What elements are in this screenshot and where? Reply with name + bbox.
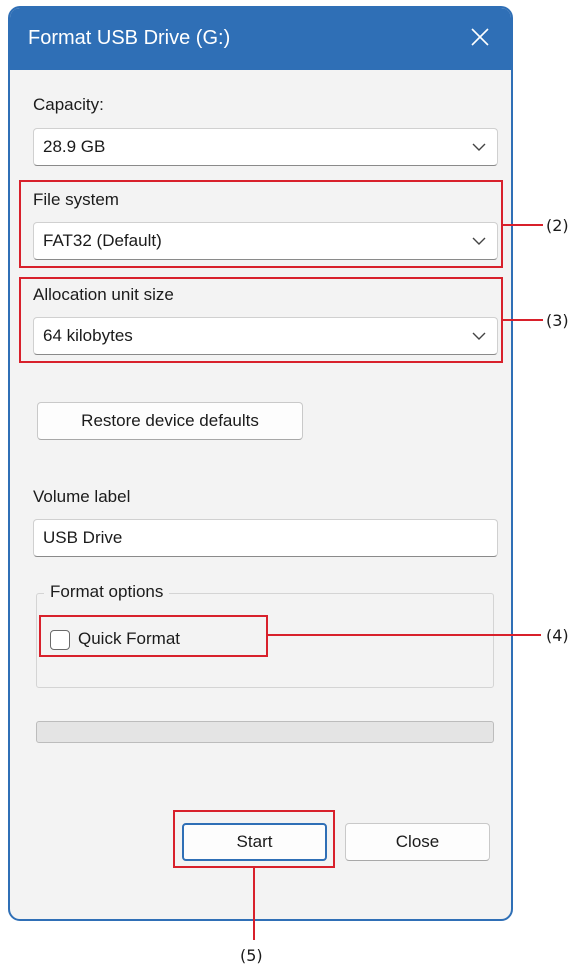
callout-quick-format <box>39 615 268 657</box>
close-icon[interactable] <box>465 22 495 52</box>
leader-line-2 <box>503 224 543 226</box>
close-button[interactable]: Close <box>345 823 490 861</box>
restore-defaults-label: Restore device defaults <box>81 411 259 430</box>
leader-line-4 <box>268 634 541 636</box>
marker-4: (4) <box>546 626 569 645</box>
marker-5: (5) <box>240 946 263 965</box>
volume-label-value: USB Drive <box>43 528 123 547</box>
close-button-label: Close <box>395 832 440 851</box>
title-bar: Format USB Drive (G:) <box>10 8 511 70</box>
capacity-value: 28.9 GB <box>43 137 106 156</box>
format-options-legend: Format options <box>44 582 170 602</box>
format-progress-bar <box>36 721 494 743</box>
page: Format USB Drive (G:) Capacity: 28.9 GB … <box>0 0 577 974</box>
marker-2: (2) <box>546 216 569 235</box>
leader-line-5 <box>253 868 255 940</box>
volume-label-input[interactable]: USB Drive <box>33 519 498 557</box>
volume-label-label: Volume label <box>33 487 131 506</box>
callout-file-system <box>19 180 503 268</box>
format-dialog: Format USB Drive (G:) Capacity: 28.9 GB … <box>8 6 513 921</box>
chevron-down-icon <box>472 143 486 151</box>
callout-allocation <box>19 277 503 363</box>
capacity-label: Capacity: <box>33 95 104 114</box>
capacity-dropdown[interactable]: 28.9 GB <box>33 128 498 166</box>
window-title: Format USB Drive (G:) <box>28 27 231 49</box>
marker-3: (3) <box>546 311 569 330</box>
leader-line-3 <box>503 319 543 321</box>
restore-defaults-button[interactable]: Restore device defaults <box>37 402 303 440</box>
callout-start <box>173 810 335 868</box>
